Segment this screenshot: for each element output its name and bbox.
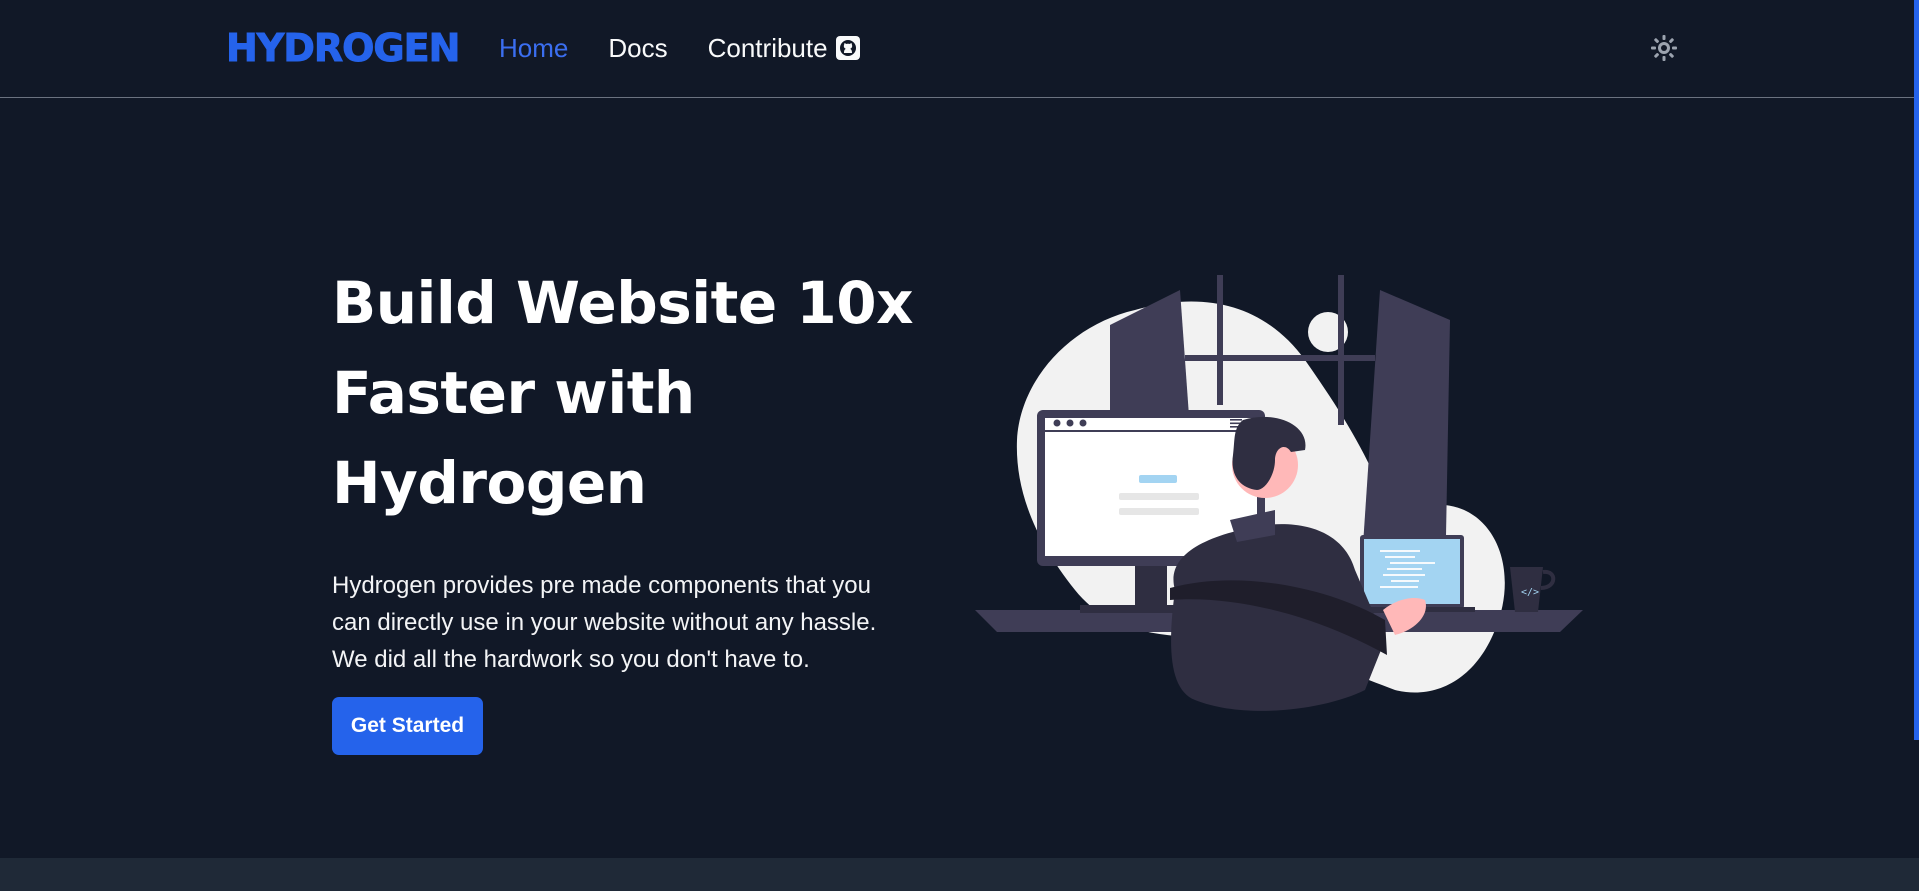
- logo[interactable]: HYDROGEN: [225, 24, 460, 72]
- hero-description-line: Hydrogen provides pre made components th…: [332, 572, 871, 599]
- nav-link-contribute-label: Contribute: [707, 33, 828, 63]
- nav-link-home[interactable]: Home: [499, 30, 568, 66]
- hero-description-line: We did all the hardwork so you don't hav…: [332, 646, 810, 673]
- hero-description: Hydrogen provides pre made components th…: [332, 567, 952, 678]
- hero-title-line: Hydrogen: [332, 449, 647, 517]
- hero-title: Build Website 10x Faster with Hydrogen: [332, 258, 952, 528]
- svg-text:</>: </>: [1521, 587, 1539, 598]
- next-section-strip: [0, 858, 1919, 891]
- github-icon: [835, 36, 860, 60]
- developer-at-desk-illustration: </>: [975, 275, 1583, 711]
- nav-links: Home Docs Contribute: [499, 30, 900, 66]
- hero-title-line: Build Website 10x: [332, 269, 914, 337]
- hero-description-line: can directly use in your website without…: [332, 609, 877, 636]
- page: HYDROGEN Home Docs Contribute Build Webs…: [0, 0, 1919, 891]
- nav-link-docs[interactable]: Docs: [608, 30, 667, 66]
- nav-link-contribute[interactable]: Contribute: [708, 30, 860, 66]
- get-started-button[interactable]: Get Started: [332, 697, 483, 755]
- theme-toggle-button[interactable]: [1648, 32, 1680, 64]
- sun-icon: [1651, 35, 1677, 61]
- hero-title-line: Faster with: [332, 359, 695, 427]
- scrollbar[interactable]: [1914, 0, 1919, 740]
- navbar: HYDROGEN Home Docs Contribute: [0, 0, 1914, 98]
